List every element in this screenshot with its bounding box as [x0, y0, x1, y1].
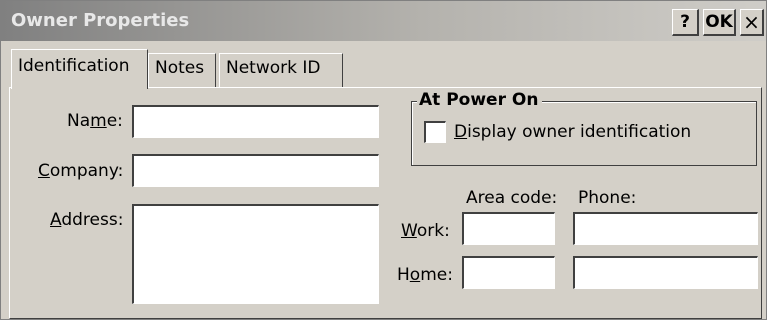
work-area-code-field[interactable]: [462, 212, 555, 245]
home-area-code-field[interactable]: [462, 256, 555, 289]
ok-button[interactable]: OK: [703, 9, 736, 36]
owner-properties-dialog: Owner Properties ? OK × Identification N…: [0, 0, 767, 320]
tab-identification[interactable]: Identification: [11, 49, 148, 89]
home-label: Home:: [397, 265, 453, 285]
tab-network-id[interactable]: Network ID: [219, 53, 343, 87]
company-label: Company:: [38, 161, 124, 181]
display-owner-id-checkbox[interactable]: [424, 121, 446, 143]
work-label: Work:: [401, 221, 450, 241]
title-bar[interactable]: Owner Properties ? OK ×: [1, 1, 766, 41]
company-field[interactable]: [132, 154, 379, 187]
address-label: Address:: [50, 210, 124, 230]
address-field[interactable]: [132, 204, 379, 304]
name-label: Name:: [67, 111, 123, 131]
name-field[interactable]: [132, 105, 379, 138]
home-phone-field[interactable]: [573, 256, 758, 289]
display-owner-id-label[interactable]: Display owner identification: [454, 122, 691, 142]
tab-notes[interactable]: Notes: [148, 53, 216, 87]
work-phone-field[interactable]: [573, 212, 758, 245]
close-button[interactable]: ×: [740, 9, 764, 36]
help-button[interactable]: ?: [672, 9, 699, 36]
area-code-header: Area code:: [466, 188, 558, 208]
window-title: Owner Properties: [11, 10, 190, 31]
phone-header: Phone:: [578, 188, 637, 208]
power-on-group-title: At Power On: [417, 90, 543, 110]
